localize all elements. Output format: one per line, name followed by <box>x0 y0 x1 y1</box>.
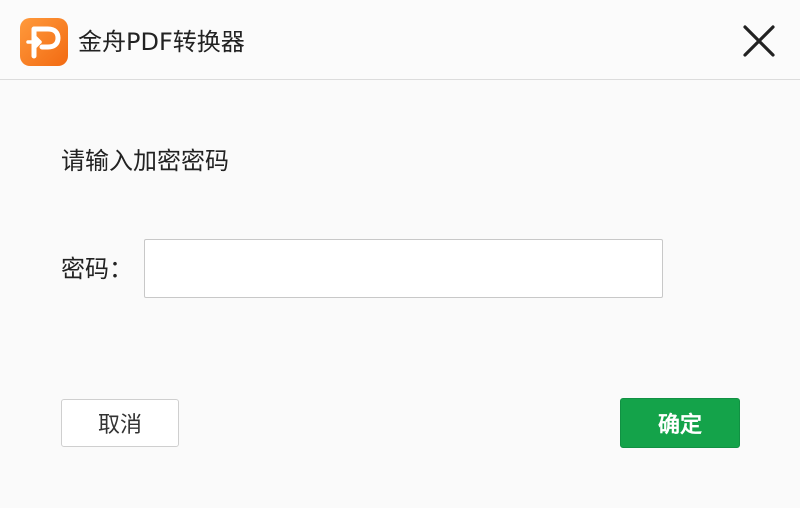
dialog-prompt: 请输入加密密码 <box>61 147 229 175</box>
password-label: 密码： <box>61 255 133 283</box>
app-logo-icon <box>20 18 68 66</box>
password-dialog: 金舟PDF转换器 请输入加密密码 密码： 取消 确定 <box>0 0 800 508</box>
ok-button[interactable]: 确定 <box>620 398 740 448</box>
cancel-button[interactable]: 取消 <box>61 399 179 447</box>
close-icon <box>743 25 775 57</box>
close-button[interactable] <box>740 22 778 60</box>
app-title: 金舟PDF转换器 <box>78 28 245 56</box>
password-input[interactable] <box>144 239 663 298</box>
title-bar: 金舟PDF转换器 <box>0 0 800 80</box>
